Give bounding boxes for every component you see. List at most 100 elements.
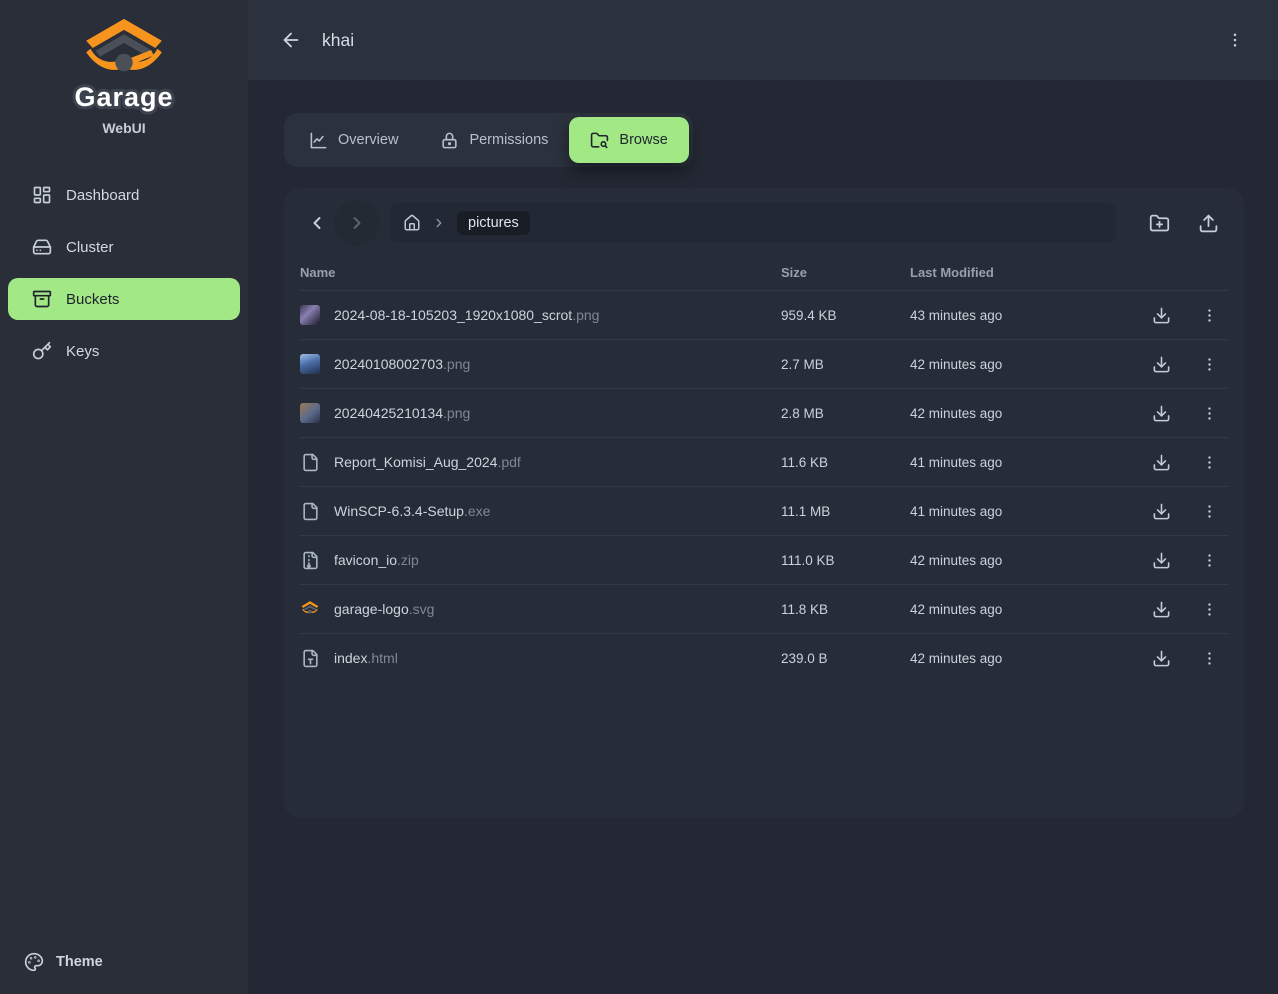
theme-label: Theme (56, 954, 103, 970)
new-folder-button[interactable] (1139, 203, 1179, 243)
file-size: 11.1 MB (781, 504, 910, 519)
table-body: 2024-08-18-105203_1920x1080_scrot.png 95… (300, 290, 1228, 682)
image-thumbnail-1 (300, 305, 320, 325)
file-size: 2.8 MB (781, 406, 910, 421)
arrow-left-icon (280, 29, 302, 51)
garage-logo-icon (80, 16, 168, 80)
download-button[interactable] (1150, 451, 1172, 473)
file-modified: 42 minutes ago (910, 406, 1142, 421)
back-button[interactable] (280, 29, 302, 51)
sidebar-item-cluster[interactable]: Cluster (8, 226, 240, 268)
row-menu-button[interactable] (1198, 353, 1220, 375)
app-logo: Garage WebUI (0, 0, 248, 136)
palette-icon (24, 952, 44, 972)
garage-logo-thumbnail (300, 599, 320, 619)
kebab-menu-icon (1201, 454, 1218, 471)
table-row[interactable]: 20240425210134.png 2.8 MB 42 minutes ago (300, 388, 1228, 437)
download-icon (1152, 502, 1171, 521)
table-row[interactable]: WinSCP-6.3.4-Setup.exe 11.1 MB 41 minute… (300, 486, 1228, 535)
row-menu-button[interactable] (1198, 598, 1220, 620)
file-modified: 42 minutes ago (910, 602, 1142, 617)
file-icon (300, 501, 320, 521)
table-row[interactable]: Report_Komisi_Aug_2024.pdf 11.6 KB 41 mi… (300, 437, 1228, 486)
file-name[interactable]: WinSCP-6.3.4-Setup.exe (334, 503, 490, 519)
table-header: Name Size Last Modified (300, 254, 1228, 290)
file-modified: 42 minutes ago (910, 357, 1142, 372)
bucket-tabs: Overview Permissions Browse (284, 113, 693, 167)
download-icon (1152, 453, 1171, 472)
header-menu-button[interactable] (1226, 31, 1244, 49)
file-name[interactable]: 20240108002703.png (334, 356, 470, 372)
breadcrumb-segment[interactable]: pictures (457, 211, 530, 235)
table-row[interactable]: favicon_io.zip 111.0 KB 42 minutes ago (300, 535, 1228, 584)
upload-icon (1198, 213, 1219, 234)
download-button[interactable] (1150, 353, 1172, 375)
sidebar-item-label: Dashboard (66, 187, 139, 204)
row-menu-button[interactable] (1198, 304, 1220, 326)
table-row[interactable]: 20240108002703.png 2.7 MB 42 minutes ago (300, 339, 1228, 388)
kebab-menu-icon (1201, 405, 1218, 422)
file-name[interactable]: 2024-08-18-105203_1920x1080_scrot.png (334, 307, 599, 323)
tab-label: Browse (619, 132, 667, 148)
sidebar-item-keys[interactable]: Keys (8, 330, 240, 372)
download-button[interactable] (1150, 402, 1172, 424)
html-file-icon (300, 648, 320, 668)
row-menu-button[interactable] (1198, 500, 1220, 522)
download-button[interactable] (1150, 500, 1172, 522)
folder-search-icon (590, 131, 609, 150)
nav-back-button[interactable] (300, 206, 334, 240)
kebab-menu-icon (1201, 552, 1218, 569)
column-last-modified: Last Modified (910, 265, 1142, 280)
home-icon[interactable] (403, 214, 421, 232)
file-name[interactable]: index.html (334, 650, 398, 666)
file-name[interactable]: garage-logo.svg (334, 601, 434, 617)
sidebar-item-label: Keys (66, 343, 99, 360)
file-browser-card: pictures Name Size Last Modified (284, 188, 1244, 818)
buckets-icon (32, 289, 52, 309)
row-menu-button[interactable] (1198, 647, 1220, 669)
browser-toolbar: pictures (300, 198, 1228, 248)
column-name: Name (300, 265, 781, 280)
nav-forward-button[interactable] (334, 200, 380, 246)
tab-overview[interactable]: Overview (288, 117, 419, 163)
chevron-right-icon (347, 213, 367, 233)
kebab-menu-icon (1201, 307, 1218, 324)
main-area: khai Overview Permissions Browse (248, 0, 1278, 994)
keys-icon (32, 341, 52, 361)
chevron-left-icon (307, 213, 327, 233)
tab-browse[interactable]: Browse (569, 117, 688, 163)
download-icon (1152, 600, 1171, 619)
tab-permissions[interactable]: Permissions (419, 117, 569, 163)
sidebar: Garage WebUI Dashboard Cluster Buckets K… (0, 0, 248, 994)
tab-label: Overview (338, 132, 398, 148)
file-size: 111.0 KB (781, 553, 910, 568)
lock-icon (440, 131, 459, 150)
file-modified: 41 minutes ago (910, 504, 1142, 519)
file-modified: 42 minutes ago (910, 651, 1142, 666)
row-menu-button[interactable] (1198, 451, 1220, 473)
kebab-menu-icon (1201, 356, 1218, 373)
table-row[interactable]: index.html 239.0 B 42 minutes ago (300, 633, 1228, 682)
download-button[interactable] (1150, 598, 1172, 620)
file-name[interactable]: favicon_io.zip (334, 552, 419, 568)
dashboard-icon (32, 185, 52, 205)
bucket-content: Overview Permissions Browse (248, 80, 1278, 818)
download-icon (1152, 355, 1171, 374)
row-menu-button[interactable] (1198, 549, 1220, 571)
table-row[interactable]: 2024-08-18-105203_1920x1080_scrot.png 95… (300, 290, 1228, 339)
sidebar-item-dashboard[interactable]: Dashboard (8, 174, 240, 216)
download-icon (1152, 306, 1171, 325)
download-button[interactable] (1150, 647, 1172, 669)
row-menu-button[interactable] (1198, 402, 1220, 424)
file-size: 239.0 B (781, 651, 910, 666)
theme-toggle[interactable]: Theme (0, 932, 248, 994)
download-button[interactable] (1150, 304, 1172, 326)
upload-button[interactable] (1188, 203, 1228, 243)
file-name[interactable]: 20240425210134.png (334, 405, 470, 421)
download-icon (1152, 649, 1171, 668)
sidebar-item-buckets[interactable]: Buckets (8, 278, 240, 320)
download-button[interactable] (1150, 549, 1172, 571)
file-icon (300, 452, 320, 472)
table-row[interactable]: garage-logo.svg 11.8 KB 42 minutes ago (300, 584, 1228, 633)
file-name[interactable]: Report_Komisi_Aug_2024.pdf (334, 454, 521, 470)
